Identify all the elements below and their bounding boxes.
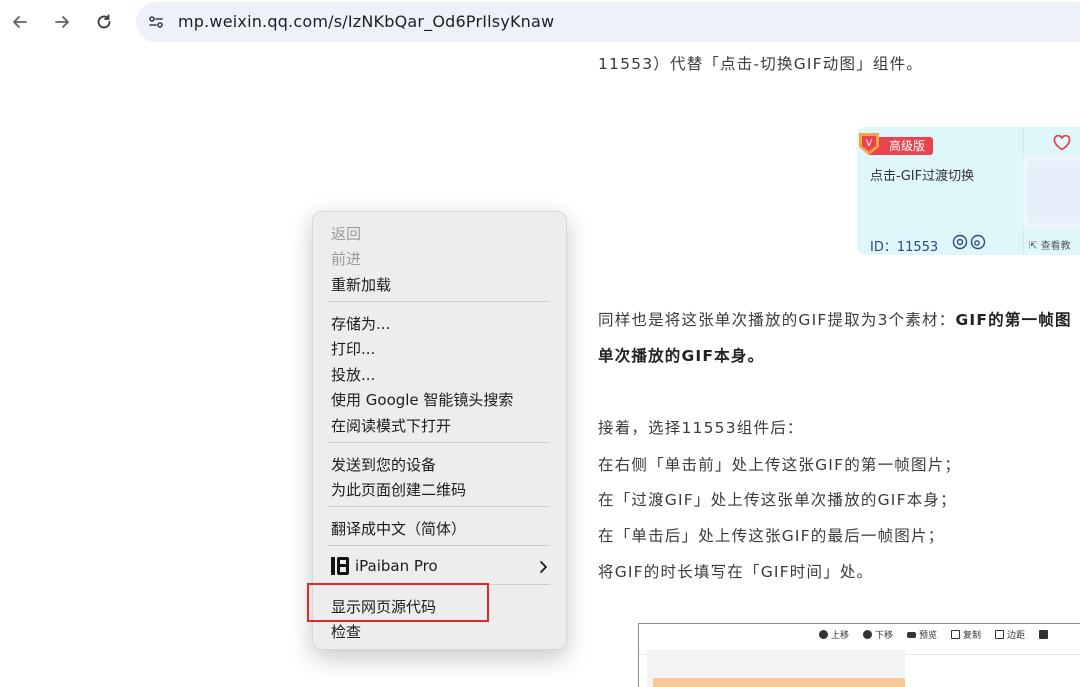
reload-button[interactable] [90, 8, 118, 36]
article-step-3: 在「单击后」处上传这张GIF的最后一帧图片； [598, 527, 945, 545]
para1-normal: 同样也是将这张单次播放的GIF提取为3个素材： [598, 311, 956, 329]
article-step-4: 将GIF的时长填写在「GIF时间」处。 [598, 563, 874, 581]
margin-item: 边距 [995, 628, 1025, 641]
menu-create-qr[interactable]: 为此页面创建二维码 [331, 479, 466, 500]
menu-ipaiban[interactable]: iPaiban Pro [355, 557, 438, 575]
card-view-link[interactable]: ⇱ 查看教 [1029, 237, 1071, 252]
component-card[interactable]: V 高级版 点击-GIF过渡切换 ID：11553 ⇱ 查看教 [857, 127, 1080, 255]
margin-icon [995, 630, 1005, 639]
menu-separator [328, 506, 550, 507]
copy-icon [951, 630, 961, 639]
menu-separator [328, 301, 550, 302]
eye-icon [907, 631, 917, 638]
menu-save-as[interactable]: 存储为... [331, 313, 390, 334]
menu-inspect[interactable]: 检查 [331, 621, 361, 642]
copy-item: 复制 [951, 628, 981, 641]
move-up-item: 上移 [819, 628, 849, 641]
card-preview-image [1023, 157, 1080, 227]
trash-item [1039, 628, 1049, 641]
menu-translate[interactable]: 翻译成中文（简体） [331, 518, 466, 539]
editor-toolbar: 上移 下移 预览 复制 边距 [819, 628, 1049, 641]
reload-icon [97, 14, 111, 29]
recycle-icon[interactable] [952, 234, 968, 250]
article-step-intro: 接着，选择11553组件后： [598, 419, 804, 437]
highlight-box [307, 583, 489, 622]
address-bar[interactable]: mp.weixin.qq.com/s/IzNKbQar_Od6PrIlsyKna… [136, 2, 1080, 42]
trash-icon [1039, 630, 1049, 639]
article-step-2: 在「过渡GIF」处上传这张单次播放的GIF本身； [598, 491, 957, 509]
article-para1-line1: 同样也是将这张单次播放的GIF提取为3个素材：GIF的第一帧图 [598, 308, 1072, 330]
svg-text:V: V [866, 139, 873, 149]
back-button[interactable] [6, 8, 34, 36]
premium-badge-label: 高级版 [889, 139, 926, 153]
menu-reader-mode[interactable]: 在阅读模式下打开 [331, 415, 451, 436]
card-icon-group [952, 234, 986, 250]
preview-item: 预览 [907, 628, 937, 641]
menu-print[interactable]: 打印... [331, 338, 375, 359]
move-down-icon [863, 630, 873, 639]
editor-screenshot: 上移 下移 预览 复制 边距 [638, 623, 1080, 687]
editor-orange-block [653, 678, 905, 687]
forward-arrow-icon [55, 16, 69, 28]
back-arrow-icon [13, 16, 27, 28]
forward-button[interactable] [48, 8, 76, 36]
ipaiban-logo-icon [331, 557, 349, 575]
menu-separator [328, 545, 550, 546]
premium-badge-icon: V [859, 133, 879, 155]
menu-forward[interactable]: 前进 [331, 248, 361, 269]
url-text[interactable]: mp.weixin.qq.com/s/IzNKbQar_Od6PrIlsyKna… [178, 12, 554, 31]
menu-separator [328, 442, 550, 443]
heart-icon[interactable] [1053, 135, 1071, 151]
card-id: ID：11553 [870, 240, 939, 255]
article-step-1: 在右侧「单击前」处上传这张GIF的第一帧图片； [598, 456, 962, 474]
menu-send-to-devices[interactable]: 发送到您的设备 [331, 454, 436, 475]
card-title: 点击-GIF过渡切换 [870, 169, 975, 184]
menu-cast[interactable]: 投放... [331, 364, 375, 385]
move-down-item: 下移 [863, 628, 893, 641]
card-view-label: 查看教 [1040, 241, 1071, 252]
para1-bold: GIF的第一帧图 [955, 311, 1072, 329]
menu-back[interactable]: 返回 [331, 223, 361, 244]
article-line-top: 11553）代替「点击-切换GIF动图」组件。 [598, 55, 923, 73]
weibo-icon[interactable] [970, 234, 986, 250]
share-icon: ⇱ [1029, 241, 1041, 252]
article-para1-line2: 单次播放的GIF本身。 [598, 347, 765, 365]
premium-badge: V 高级版 [859, 133, 934, 155]
move-up-icon [819, 630, 828, 639]
site-info-icon [149, 16, 163, 28]
menu-google-lens[interactable]: 使用 Google 智能镜头搜索 [331, 389, 513, 410]
site-info-button[interactable] [144, 10, 168, 34]
menu-reload[interactable]: 重新加载 [331, 274, 391, 295]
chevron-right-icon [540, 561, 547, 573]
browser-toolbar: mp.weixin.qq.com/s/IzNKbQar_Od6PrIlsyKna… [0, 0, 1080, 44]
